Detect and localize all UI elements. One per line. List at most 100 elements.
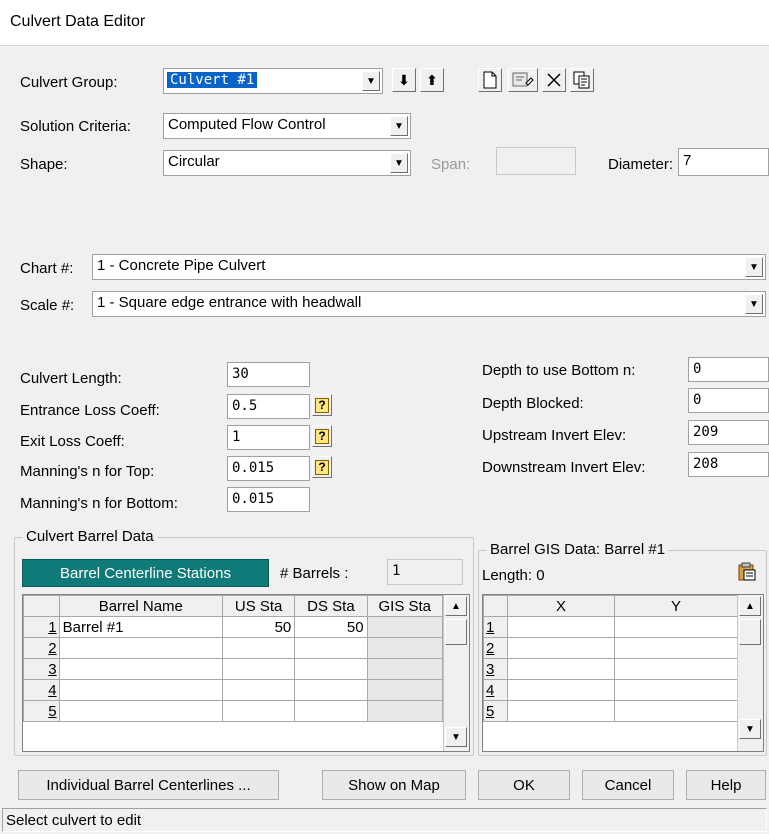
barrel-grid[interactable]: Barrel Name US Sta DS Sta GIS Sta 1 Barr…	[22, 594, 470, 752]
table-row[interactable]: 3	[23, 658, 444, 680]
x-cell[interactable]	[507, 679, 615, 701]
new-culvert-button[interactable]	[478, 68, 502, 92]
scroll-thumb[interactable]	[445, 619, 467, 645]
y-cell[interactable]	[614, 637, 738, 659]
chevron-down-icon[interactable]: ▼	[390, 153, 408, 173]
ds-sta-cell[interactable]	[294, 658, 368, 680]
column-header[interactable]: DS Sta	[294, 595, 368, 617]
table-row[interactable]: 4	[483, 679, 738, 701]
table-row[interactable]: 4	[23, 679, 444, 701]
table-row[interactable]: 1	[483, 616, 738, 638]
table-row[interactable]: 5	[483, 700, 738, 722]
chevron-down-icon[interactable]: ▼	[362, 71, 380, 91]
gis-grid-scrollbar[interactable]: ▲ ▼	[737, 595, 763, 751]
barrel-name-cell[interactable]	[58, 658, 224, 680]
delete-culvert-button[interactable]	[542, 68, 566, 92]
row-number[interactable]: 1	[483, 616, 508, 638]
column-header[interactable]: US Sta	[222, 595, 296, 617]
help-button[interactable]: Help	[686, 770, 766, 800]
column-header[interactable]: X	[507, 595, 615, 617]
column-header[interactable]: GIS Sta	[366, 595, 444, 617]
span-field[interactable]	[496, 147, 576, 175]
y-cell[interactable]	[614, 700, 738, 722]
x-cell[interactable]	[507, 616, 615, 638]
culvert-length-field[interactable]: 30	[227, 362, 310, 387]
table-row[interactable]: 2	[483, 637, 738, 659]
row-number[interactable]: 4	[483, 679, 508, 701]
ds-sta-cell[interactable]	[294, 637, 368, 659]
depth-blocked-field[interactable]: 0	[688, 388, 769, 413]
row-number[interactable]: 5	[23, 700, 60, 722]
scroll-up-icon[interactable]: ▲	[739, 596, 761, 616]
status-bar: Select culvert to edit	[2, 808, 767, 832]
show-on-map-button[interactable]: Show on Map	[322, 770, 466, 800]
us-sta-cell[interactable]	[222, 700, 296, 722]
row-number[interactable]: 4	[23, 679, 60, 701]
ds-sta-cell[interactable]	[294, 679, 368, 701]
scale-select[interactable]: 1 - Square edge entrance with headwall ▼	[92, 291, 766, 317]
row-number[interactable]: 2	[483, 637, 508, 659]
table-row[interactable]: 5	[23, 700, 444, 722]
row-number[interactable]: 2	[23, 637, 60, 659]
downstream-invert-field[interactable]: 208	[688, 452, 769, 477]
scroll-up-icon[interactable]: ▲	[445, 596, 467, 616]
barrel-name-cell[interactable]	[58, 679, 224, 701]
exit-loss-help-button[interactable]: ?	[312, 425, 332, 447]
entrance-loss-field[interactable]: 0.5	[227, 394, 310, 419]
barrel-name-cell[interactable]	[58, 637, 224, 659]
manning-top-help-button[interactable]: ?	[312, 456, 332, 478]
cancel-button[interactable]: Cancel	[582, 770, 674, 800]
ds-sta-cell[interactable]	[294, 700, 368, 722]
individual-barrel-centerlines-button[interactable]: Individual Barrel Centerlines ...	[18, 770, 279, 800]
manning-top-field[interactable]: 0.015	[227, 456, 310, 481]
row-number[interactable]: 5	[483, 700, 508, 722]
import-gis-button[interactable]	[734, 560, 760, 584]
depth-bottom-n-field[interactable]: 0	[688, 357, 769, 382]
culvert-group-select[interactable]: Culvert #1 ▼	[163, 68, 383, 94]
scroll-down-icon[interactable]: ▼	[445, 727, 467, 747]
ds-sta-cell[interactable]: 50	[294, 616, 368, 638]
row-number[interactable]: 1	[23, 616, 60, 638]
x-cell[interactable]	[507, 658, 615, 680]
solution-criteria-select[interactable]: Computed Flow Control ▼	[163, 113, 411, 139]
y-cell[interactable]	[614, 679, 738, 701]
shape-select[interactable]: Circular ▼	[163, 150, 411, 176]
gis-grid[interactable]: X Y 1 2 3 4 5 ▲ ▼	[482, 594, 764, 752]
scroll-thumb[interactable]	[739, 619, 761, 645]
x-cell[interactable]	[507, 637, 615, 659]
move-up-button[interactable]: ⬆	[420, 68, 444, 92]
ok-button[interactable]: OK	[478, 770, 570, 800]
chevron-down-icon[interactable]: ▼	[390, 116, 408, 136]
y-cell[interactable]	[614, 658, 738, 680]
diameter-field[interactable]: 7	[678, 148, 769, 176]
us-sta-cell[interactable]	[222, 637, 296, 659]
entrance-loss-help-button[interactable]: ?	[312, 394, 332, 416]
table-row[interactable]: 1 Barrel #1 50 50	[23, 616, 444, 638]
barrels-count-field[interactable]: 1	[387, 559, 463, 585]
x-cell[interactable]	[507, 700, 615, 722]
barrel-name-cell[interactable]: Barrel #1	[58, 616, 224, 638]
table-row[interactable]: 3	[483, 658, 738, 680]
move-down-button[interactable]: ⬇	[392, 68, 416, 92]
chart-select[interactable]: 1 - Concrete Pipe Culvert ▼	[92, 254, 766, 280]
y-cell[interactable]	[614, 616, 738, 638]
upstream-invert-field[interactable]: 209	[688, 420, 769, 445]
row-number[interactable]: 3	[23, 658, 60, 680]
scroll-down-icon[interactable]: ▼	[739, 719, 761, 739]
column-header[interactable]: Barrel Name	[58, 595, 224, 617]
exit-loss-field[interactable]: 1	[227, 425, 310, 450]
us-sta-cell[interactable]: 50	[222, 616, 296, 638]
manning-bottom-field[interactable]: 0.015	[227, 487, 310, 512]
row-number[interactable]: 3	[483, 658, 508, 680]
barrel-grid-scrollbar[interactable]: ▲ ▼	[443, 595, 469, 751]
barrel-name-cell[interactable]	[58, 700, 224, 722]
copy-culvert-button[interactable]	[570, 68, 594, 92]
barrel-centerline-stations-button[interactable]: Barrel Centerline Stations	[22, 559, 269, 587]
column-header[interactable]: Y	[614, 595, 738, 617]
us-sta-cell[interactable]	[222, 679, 296, 701]
chevron-down-icon[interactable]: ▼	[745, 294, 763, 314]
table-row[interactable]: 2	[23, 637, 444, 659]
chevron-down-icon[interactable]: ▼	[745, 257, 763, 277]
rename-culvert-button[interactable]	[508, 68, 538, 92]
us-sta-cell[interactable]	[222, 658, 296, 680]
